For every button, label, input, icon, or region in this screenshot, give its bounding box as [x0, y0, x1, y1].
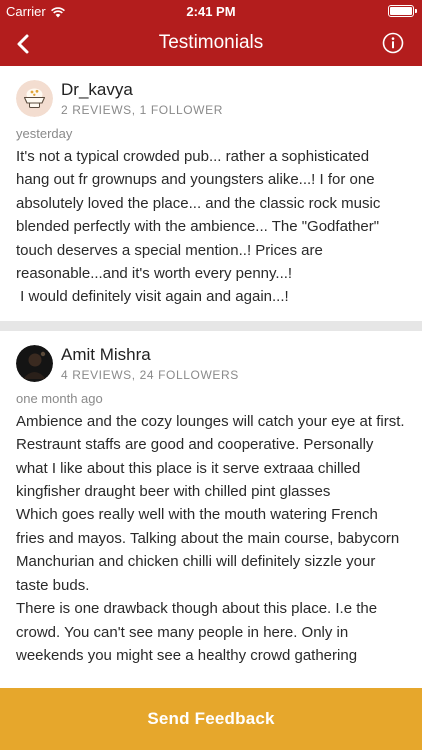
author-name[interactable]: Amit Mishra [61, 345, 239, 365]
status-bar: Carrier 2:41 PM [0, 0, 422, 22]
author-block: Dr_kavya 2 REVIEWS, 1 FOLLOWER [61, 80, 223, 117]
review-header: Amit Mishra 4 REVIEWS, 24 FOLLOWERS [16, 344, 406, 382]
avatar-image [16, 80, 53, 117]
review-time: yesterday [16, 126, 73, 141]
nav-bar: Testimonials [0, 22, 422, 66]
avatar[interactable] [16, 80, 53, 117]
section-divider [0, 320, 422, 331]
info-button[interactable] [382, 32, 404, 54]
review-header: Dr_kavya 2 REVIEWS, 1 FOLLOWER [16, 80, 406, 117]
review-card: Dr_kavya 2 REVIEWS, 1 FOLLOWER yesterday… [0, 66, 422, 309]
status-time: 2:41 PM [186, 4, 236, 19]
testimonials-feed[interactable]: Dr_kavya 2 REVIEWS, 1 FOLLOWER yesterday… [0, 66, 422, 688]
review-time: one month ago [16, 390, 103, 406]
send-feedback-button[interactable]: Send Feedback [0, 688, 422, 750]
author-stats: 4 REVIEWS, 24 FOLLOWERS [61, 367, 239, 382]
author-stats: 2 REVIEWS, 1 FOLLOWER [61, 103, 223, 117]
info-icon [382, 32, 404, 54]
battery-level [390, 7, 412, 15]
send-feedback-label: Send Feedback [147, 709, 275, 728]
author-block: Amit Mishra 4 REVIEWS, 24 FOLLOWERS [61, 345, 239, 382]
page-title: Testimonials [158, 32, 264, 53]
review-text: Ambience and the cozy lounges will catch… [16, 412, 405, 664]
review-card: Amit Mishra 4 REVIEWS, 24 FOLLOWERS one … [0, 331, 422, 667]
avatar[interactable] [16, 344, 53, 382]
battery-icon [388, 5, 417, 17]
avatar-image [16, 344, 53, 382]
review-text: It's not a typical crowded pub... rather… [16, 148, 381, 306]
author-name[interactable]: Dr_kavya [61, 80, 223, 100]
